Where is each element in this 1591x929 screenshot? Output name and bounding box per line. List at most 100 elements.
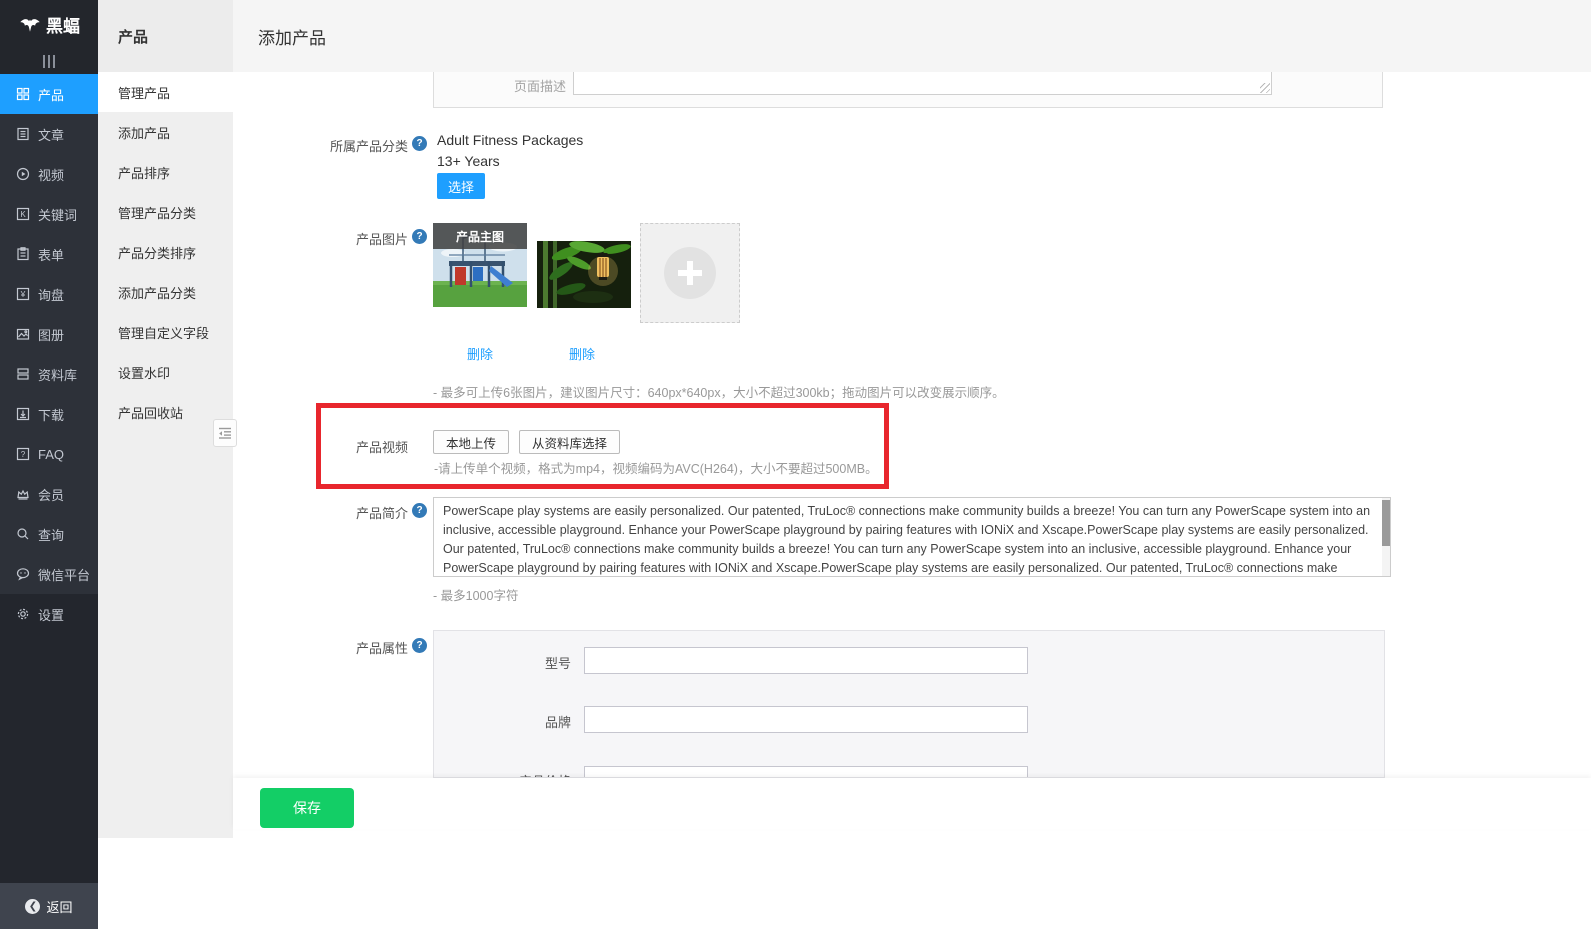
price-input[interactable] xyxy=(584,766,1028,778)
local-upload-button[interactable]: 本地上传 xyxy=(433,430,509,454)
svg-text:K: K xyxy=(20,210,26,219)
sidebar-item-label: 关键词 xyxy=(38,205,77,224)
sidebar-item-videos[interactable]: 视频 xyxy=(0,154,98,194)
add-image-button[interactable] xyxy=(640,223,740,323)
sidebar-item-label: 视频 xyxy=(38,165,64,184)
sidebar-item-faq[interactable]: ? FAQ xyxy=(0,434,98,474)
menu-item-add-product[interactable]: 添加产品 xyxy=(98,112,233,152)
resize-grip-icon[interactable] xyxy=(1260,83,1270,93)
brand-input[interactable] xyxy=(584,706,1028,733)
sidebar-item-label: FAQ xyxy=(38,447,64,462)
sidebar-item-label: 产品 xyxy=(38,85,64,104)
sidebar-item-label: 微信平台 xyxy=(38,565,90,584)
menu-item-manage-products[interactable]: 管理产品 xyxy=(98,72,233,112)
scrollbar-thumb[interactable] xyxy=(1382,500,1390,546)
keyword-icon: K xyxy=(15,206,31,222)
sidebar-item-settings[interactable]: 设置 xyxy=(0,594,98,634)
sidebar-item-label: 文章 xyxy=(38,125,64,144)
delete-image-1-link[interactable]: 删除 xyxy=(467,344,493,363)
sidebar-item-forms[interactable]: 表单 xyxy=(0,234,98,274)
from-library-button[interactable]: 从资料库选择 xyxy=(519,430,620,454)
page-desc-label: 页面描述 xyxy=(446,76,566,95)
form-icon xyxy=(15,246,31,262)
menu-item-manage-categories[interactable]: 管理产品分类 xyxy=(98,192,233,232)
plus-icon xyxy=(664,247,716,299)
sidebar-item-label: 表单 xyxy=(38,245,64,264)
sidebar-item-label: 图册 xyxy=(38,325,64,344)
sidebar-item-downloads[interactable]: 下载 xyxy=(0,394,98,434)
gear-icon xyxy=(15,606,31,622)
sidebar-item-label: 查询 xyxy=(38,525,64,544)
menu-item-watermark[interactable]: 设置水印 xyxy=(98,352,233,392)
help-icon[interactable]: ? xyxy=(412,229,427,244)
bat-logo-icon xyxy=(18,16,42,33)
save-button[interactable]: 保存 xyxy=(260,788,354,828)
sidebar-item-articles[interactable]: 文章 xyxy=(0,114,98,154)
sidebar-item-products[interactable]: 产品 xyxy=(0,74,98,114)
model-label: 型号 xyxy=(451,653,571,672)
sidebar-item-label: 资料库 xyxy=(38,365,77,384)
sidebar-item-label: 设置 xyxy=(38,605,64,624)
help-icon[interactable]: ? xyxy=(412,136,427,151)
attributes-panel: 型号 品牌 产品价格 xyxy=(433,630,1385,778)
product-image-1[interactable]: 产品主图 xyxy=(433,223,527,307)
back-button[interactable]: ❮ 返回 xyxy=(0,883,98,929)
select-category-button[interactable]: 选择 xyxy=(437,173,485,199)
secondary-header: 产品 xyxy=(98,0,233,72)
back-arrow-icon: ❮ xyxy=(25,899,40,914)
question-icon: ? xyxy=(15,446,31,462)
product-image-2[interactable] xyxy=(537,241,631,308)
delete-image-2-link[interactable]: 删除 xyxy=(569,344,595,363)
menu-item-category-sort[interactable]: 产品分类排序 xyxy=(98,232,233,272)
gallery-icon xyxy=(15,326,31,342)
help-icon[interactable]: ? xyxy=(412,503,427,518)
category-value-1: Adult Fitness Packages xyxy=(437,132,583,148)
sidebar-item-gallery[interactable]: 图册 xyxy=(0,314,98,354)
main-image-badge: 产品主图 xyxy=(433,223,527,249)
download-icon xyxy=(15,406,31,422)
brand-label: 品牌 xyxy=(451,712,571,731)
product-intro-label: 产品简介 xyxy=(280,503,408,522)
library-icon xyxy=(15,366,31,382)
help-icon[interactable]: ? xyxy=(412,638,427,653)
video-hint: -请上传单个视频，格式为mp4，视频编码为AVC(H264)，大小不要超过500… xyxy=(434,458,878,477)
model-input[interactable] xyxy=(584,647,1028,674)
sidebar-item-wechat[interactable]: 微信平台 xyxy=(0,554,98,594)
crown-icon xyxy=(15,486,31,502)
collapse-sidebar-icon[interactable] xyxy=(0,48,98,74)
product-video-label: 产品视频 xyxy=(280,437,408,456)
svg-text:¥: ¥ xyxy=(20,289,26,299)
product-images-label: 产品图片 xyxy=(280,229,408,248)
video-play-icon xyxy=(15,166,31,182)
svg-text:?: ? xyxy=(21,450,26,459)
menu-item-custom-fields[interactable]: 管理自定义字段 xyxy=(98,312,233,352)
sidebar-item-keywords[interactable]: K 关键词 xyxy=(0,194,98,234)
secondary-sidebar: 产品 管理产品 添加产品 产品排序 管理产品分类 产品分类排序 添加产品分类 管… xyxy=(98,0,233,838)
article-icon xyxy=(15,126,31,142)
primary-sidebar: 黑蝠 产品 文章 视频 K 关键词 表单 ¥ 询盘 图册 资料库 下载 ? FA… xyxy=(0,0,98,883)
logo-text: 黑蝠 xyxy=(46,12,80,37)
page-desc-textarea[interactable] xyxy=(573,72,1272,95)
wechat-icon xyxy=(15,566,31,582)
images-hint: - 最多可上传6张图片，建议图片尺寸：640px*640px，大小不超过300k… xyxy=(433,382,1005,401)
outdent-icon xyxy=(218,427,232,439)
sidebar-item-label: 询盘 xyxy=(38,285,64,304)
sidebar-item-inquiries[interactable]: ¥ 询盘 xyxy=(0,274,98,314)
footer-bar: 保存 xyxy=(233,778,1591,829)
collapse-submenu-button[interactable] xyxy=(213,419,237,447)
search-icon xyxy=(15,526,31,542)
price-label: 产品价格 xyxy=(451,771,571,778)
sidebar-item-label: 会员 xyxy=(38,485,64,504)
category-label: 所属产品分类 xyxy=(280,136,408,155)
product-intro-textarea[interactable]: PowerScape play systems are easily perso… xyxy=(433,497,1391,577)
sidebar-item-members[interactable]: 会员 xyxy=(0,474,98,514)
menu-item-add-category[interactable]: 添加产品分类 xyxy=(98,272,233,312)
product-attributes-label: 产品属性 xyxy=(280,638,408,657)
menu-item-product-sort[interactable]: 产品排序 xyxy=(98,152,233,192)
sidebar-item-library[interactable]: 资料库 xyxy=(0,354,98,394)
sidebar-item-label: 下载 xyxy=(38,405,64,424)
logo: 黑蝠 xyxy=(0,0,98,48)
grid-icon xyxy=(15,86,31,102)
page-title: 添加产品 xyxy=(258,24,326,49)
sidebar-item-query[interactable]: 查询 xyxy=(0,514,98,554)
